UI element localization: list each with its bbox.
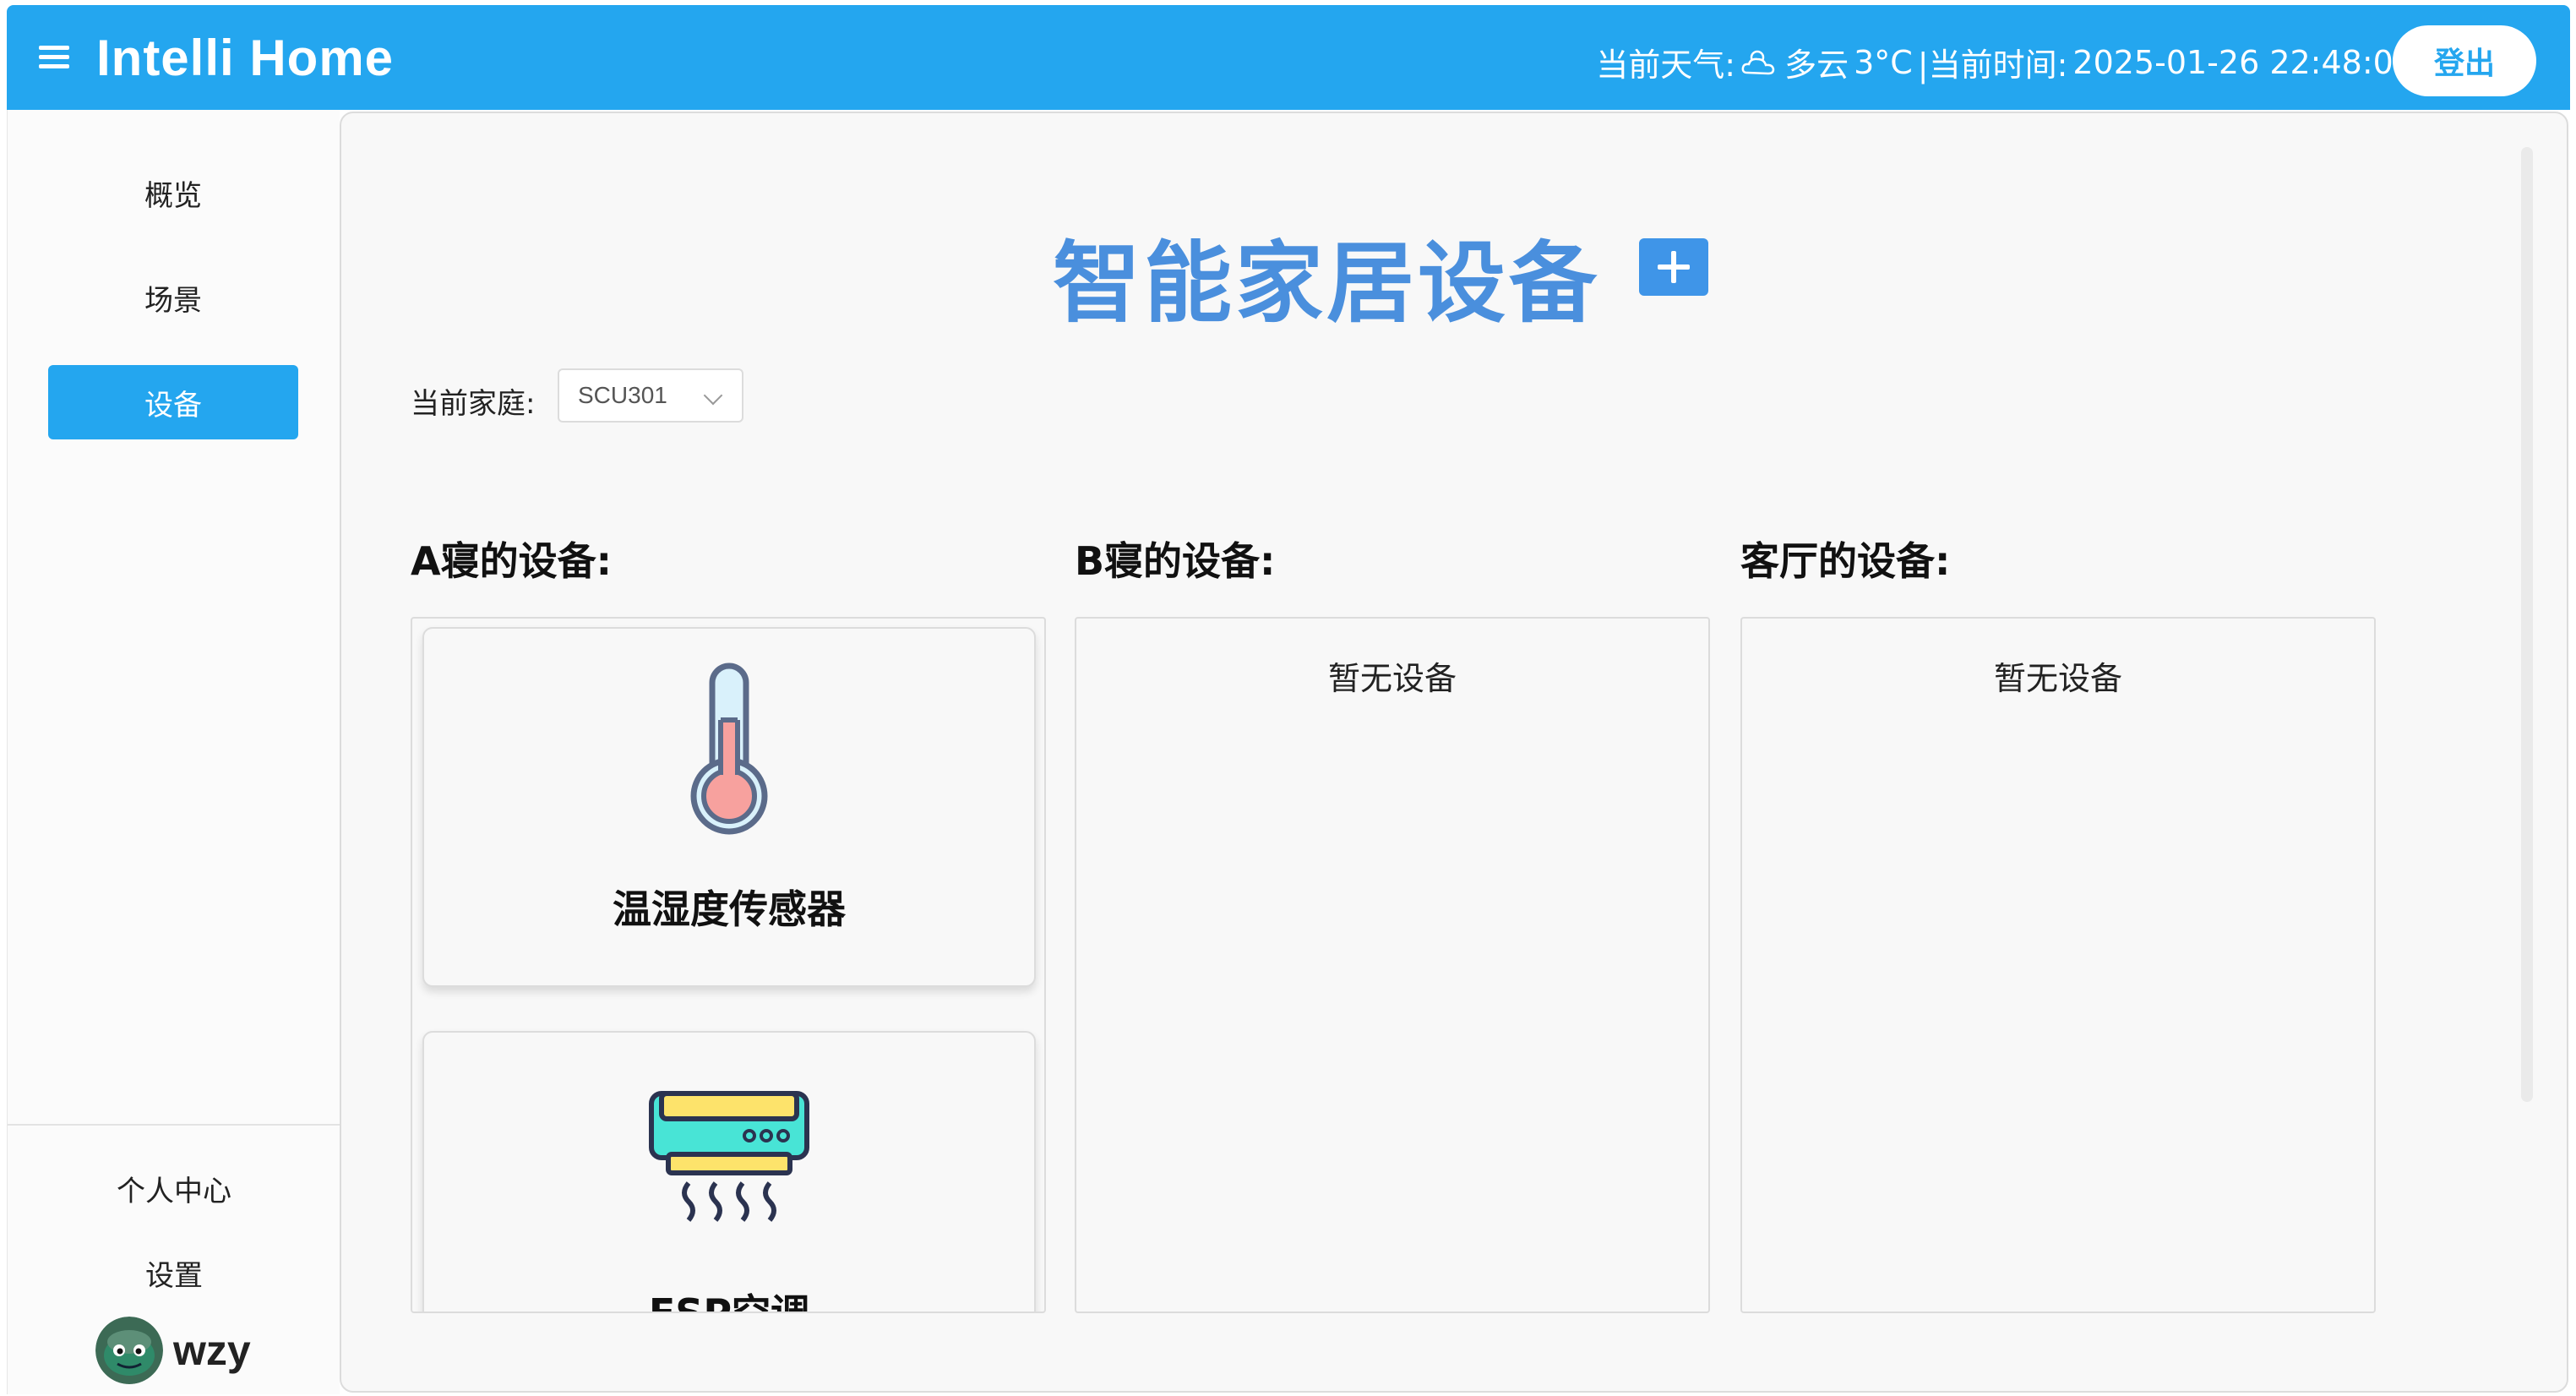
room-device-list-living-room: 暂无设备 bbox=[1740, 617, 2376, 1313]
sidebar-item-scenes[interactable]: 场景 bbox=[48, 260, 298, 335]
avatar bbox=[95, 1317, 163, 1384]
air-conditioner-icon bbox=[649, 1091, 809, 1222]
menu-icon[interactable] bbox=[39, 44, 73, 71]
scrollbar[interactable] bbox=[2521, 147, 2533, 1102]
home-select-value: SCU301 bbox=[578, 382, 667, 408]
room-title-b: B寝的设备: bbox=[1075, 538, 1276, 584]
device-card-thermo-sensor[interactable]: 温湿度传感器 bbox=[422, 627, 1036, 987]
cloudy-weather-icon bbox=[1741, 50, 1775, 74]
weather-label: 当前天气: bbox=[1596, 46, 1736, 84]
user-profile[interactable]: wzy bbox=[95, 1317, 251, 1384]
room-device-list-b: 暂无设备 bbox=[1075, 617, 1710, 1313]
weather-temperature: 3°C bbox=[1854, 43, 1913, 81]
main-panel: 智能家居设备 当前家庭: SCU301 A寝的设备: 温湿度传感器 ESP空调 … bbox=[340, 112, 2568, 1393]
sidebar: 概览 场景 设备 个人中心 设置 wzy bbox=[7, 110, 340, 1394]
chevron-down-icon bbox=[703, 385, 723, 406]
app-title: Intelli Home bbox=[96, 30, 395, 86]
room-title-a: A寝的设备: bbox=[411, 538, 612, 584]
current-time: 2025-01-26 22:48:01 bbox=[2072, 43, 2414, 81]
status-bar: 当前天气: 多云 3°C |当前时间: 2025-01-26 22:48:01 bbox=[1596, 39, 2414, 85]
add-device-button[interactable] bbox=[1639, 238, 1708, 296]
room-device-list-a: 温湿度传感器 ESP空调 bbox=[411, 617, 1046, 1313]
thermometer-icon bbox=[690, 663, 768, 835]
sidebar-item-profile[interactable]: 个人中心 bbox=[8, 1163, 340, 1213]
device-card-esp-ac[interactable]: ESP空调 bbox=[422, 1031, 1036, 1313]
device-name: ESP空调 bbox=[648, 1290, 810, 1313]
sidebar-item-settings[interactable]: 设置 bbox=[8, 1247, 340, 1298]
page-title: 智能家居设备 bbox=[1053, 232, 1601, 335]
username: wzy bbox=[173, 1327, 251, 1374]
top-header: Intelli Home 当前天气: 多云 3°C |当前时间: 2025-01… bbox=[7, 5, 2570, 110]
room-title-living-room: 客厅的设备: bbox=[1740, 538, 1951, 584]
logout-button[interactable]: 登出 bbox=[2393, 25, 2536, 96]
home-select[interactable]: SCU301 bbox=[558, 368, 743, 423]
home-selector-label: 当前家庭: bbox=[411, 387, 536, 421]
sidebar-item-overview[interactable]: 概览 bbox=[48, 155, 298, 230]
device-name: 温湿度传感器 bbox=[613, 886, 846, 932]
weather-condition: 多云 bbox=[1784, 46, 1849, 84]
empty-state-text: 暂无设备 bbox=[1327, 660, 1457, 697]
sidebar-divider bbox=[8, 1124, 340, 1126]
sidebar-item-devices[interactable]: 设备 bbox=[48, 365, 298, 439]
empty-state-text: 暂无设备 bbox=[1993, 660, 2122, 697]
time-label: |当前时间: bbox=[1917, 46, 2068, 84]
